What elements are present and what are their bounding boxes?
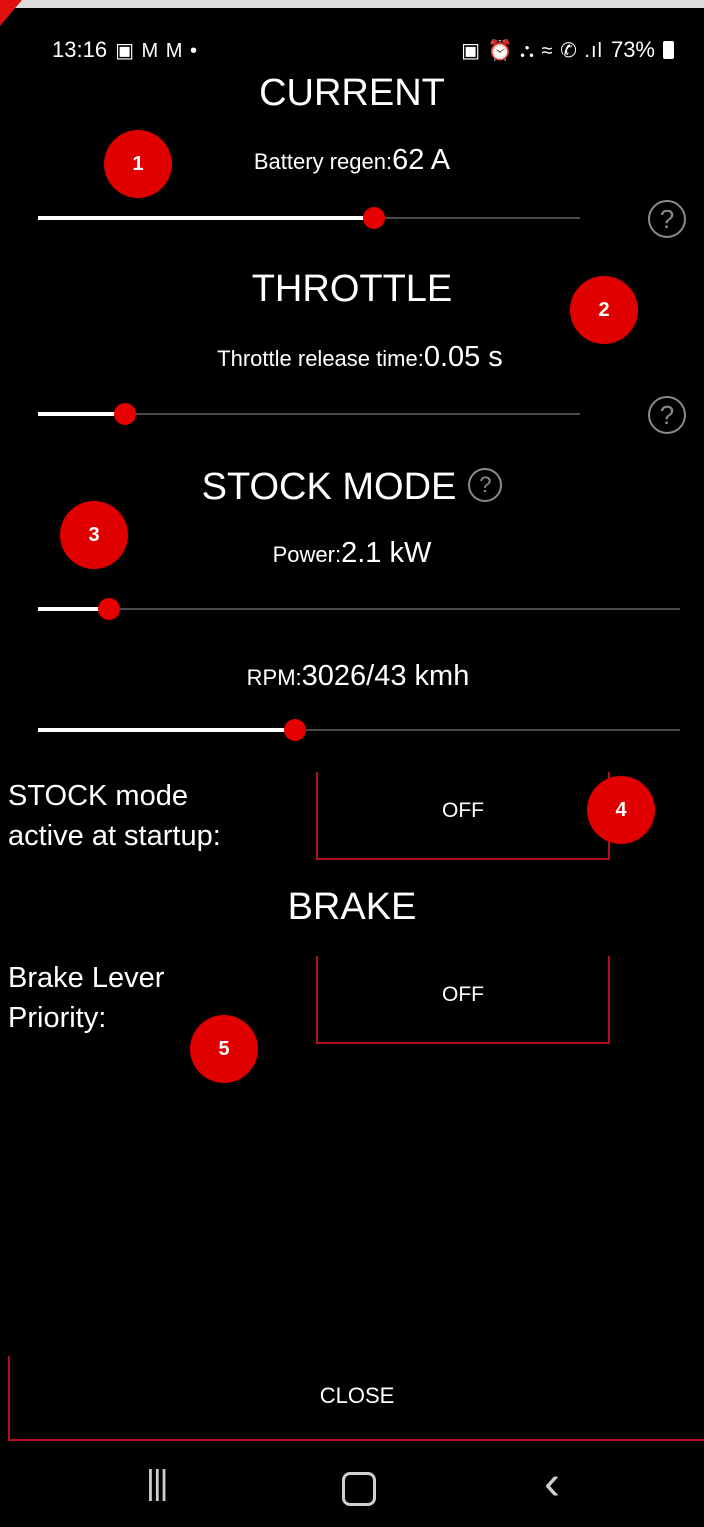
battery-regen-caption: Battery regen: [253, 149, 393, 174]
slider-fill [38, 412, 125, 416]
slider-fill [38, 728, 295, 732]
throttle-release-value: 0.05 s [423, 341, 503, 373]
battery-regen-slider[interactable] [38, 203, 580, 233]
brake-priority-label-line1: Brake Lever [8, 962, 165, 994]
throttle-help-icon[interactable]: ? [648, 396, 686, 434]
notification-icons: ▣ M M • [115, 39, 198, 62]
annotation-badge-4: 4 [587, 776, 655, 844]
slider-thumb[interactable] [98, 598, 120, 620]
slider-thumb[interactable] [363, 207, 385, 229]
slider-fill [38, 216, 374, 220]
slider-thumb[interactable] [114, 403, 136, 425]
stock-startup-label-line1: STOCK mode [8, 780, 188, 812]
system-nav-bar: ||| ‹ [0, 1442, 704, 1527]
status-bar-right: ▣ ⏰ ⛬ ≈ ✆ .ıl 73% [461, 30, 674, 70]
current-heading: CURRENT [259, 72, 445, 114]
annotation-badge-1: 1 [104, 130, 172, 198]
current-help-icon[interactable]: ? [648, 200, 686, 238]
screen-corner-mark [0, 0, 22, 26]
battery-icon [663, 41, 674, 59]
screen-frame-top [0, 0, 704, 8]
stock-startup-toggle[interactable]: OFF [316, 772, 610, 860]
back-icon[interactable]: ‹ [544, 1456, 560, 1511]
rpm-caption: RPM: [246, 665, 302, 690]
brake-priority-label-line2: Priority: [8, 1002, 107, 1034]
rpm-value: 3026/43 kmh [301, 660, 470, 692]
slider-track [38, 608, 680, 610]
home-icon[interactable] [342, 1472, 376, 1506]
stock-startup-label-line2: active at startup: [8, 820, 221, 852]
battery-percent: 73% [610, 37, 655, 62]
rpm-slider[interactable] [38, 715, 680, 745]
brake-priority-label: Brake Lever Priority: [8, 958, 164, 1038]
stock-mode-help-icon[interactable]: ? [468, 467, 503, 502]
power-slider[interactable] [38, 594, 680, 624]
status-bar-left: 13:16 ▣ M M • [52, 30, 198, 70]
brake-heading: BRAKE [287, 886, 417, 928]
stock-mode-title: STOCK MODE [201, 466, 457, 508]
throttle-release-caption: Throttle release time: [217, 346, 424, 371]
rpm-label: RPM:3026/43 kmh [0, 660, 704, 693]
power-value: 2.1 kW [341, 537, 432, 569]
annotation-badge-2: 2 [570, 276, 638, 344]
power-label: Power:2.1 kW [0, 537, 704, 570]
annotation-badge-5: 5 [190, 1015, 258, 1083]
stock-startup-label: STOCK mode active at startup: [8, 776, 221, 856]
throttle-release-label: Throttle release time:0.05 s [0, 341, 704, 374]
system-status-icons: ▣ ⏰ ⛬ ≈ ✆ .ıl [461, 39, 603, 62]
close-button[interactable]: CLOSE [8, 1356, 704, 1441]
battery-regen-value: 62 A [392, 144, 451, 176]
slider-thumb[interactable] [284, 719, 306, 741]
recents-icon[interactable]: ||| [146, 1464, 168, 1503]
brake-priority-toggle[interactable]: OFF [316, 956, 610, 1044]
throttle-release-slider[interactable] [38, 399, 580, 429]
power-caption: Power: [272, 542, 342, 567]
status-time: 13:16 [52, 37, 108, 62]
